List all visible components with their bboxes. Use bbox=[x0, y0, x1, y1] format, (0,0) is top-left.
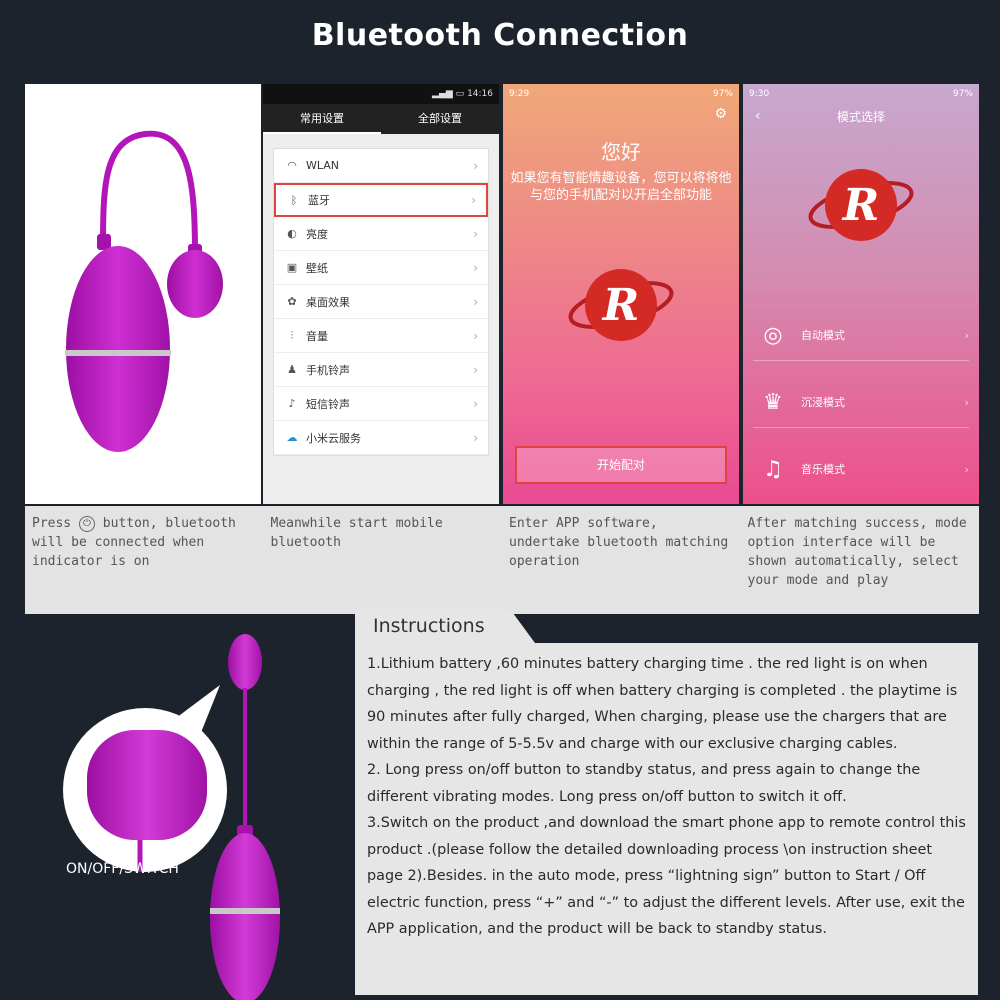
status-time: 9:29 bbox=[509, 89, 530, 99]
setting-wlan[interactable]: ◠ WLAN › bbox=[274, 149, 488, 183]
product-photo-panel bbox=[25, 84, 261, 504]
chevron-right-icon: › bbox=[473, 430, 478, 445]
egg-vibrator-image bbox=[65, 130, 223, 452]
setting-ringtone[interactable]: ♟ 手机铃声 › bbox=[274, 353, 488, 387]
caption-step-4: After matching success, mode option inte… bbox=[747, 516, 967, 588]
brightness-icon: ◐ bbox=[287, 227, 297, 240]
setting-desktop-effect[interactable]: ✿ 桌面效果 › bbox=[274, 285, 488, 319]
setting-volume[interactable]: ⫶ 音量 › bbox=[274, 319, 488, 353]
app-welcome-screen: 9:29 97% ⚙ 您好 如果您有智能情趣设备，您可以将将他与您的手机配对以开… bbox=[503, 84, 739, 504]
status-bar: 9:30 97% bbox=[743, 84, 979, 104]
auto-mode-icon: ◎ bbox=[763, 322, 783, 348]
svg-text:R: R bbox=[601, 280, 640, 331]
tab-all-settings[interactable]: 全部设置 bbox=[381, 104, 499, 134]
instruction-paragraph-3: 3.Switch on the product ,and download th… bbox=[367, 815, 966, 937]
status-time: 9:30 bbox=[749, 89, 770, 99]
chevron-right-icon: › bbox=[473, 260, 478, 275]
welcome-text: 如果您有智能情趣设备，您可以将将他与您的手机配对以开启全部功能 bbox=[510, 171, 732, 203]
app-mode-screen: 9:30 97% ‹ 模式选择 R ◎ 自动模式 › ♛ 沉浸模式 › ♫ 音乐模式 › bbox=[743, 84, 979, 504]
mode-immersive[interactable]: ♛ 沉浸模式 › bbox=[753, 377, 969, 428]
mode-music[interactable]: ♫ 音乐模式 › bbox=[753, 444, 969, 494]
wallpaper-icon: ▣ bbox=[286, 261, 298, 274]
wifi-icon: ◠ bbox=[287, 159, 297, 172]
product-button-diagram bbox=[63, 634, 280, 1000]
settings-tabs: 常用设置 全部设置 bbox=[263, 104, 499, 134]
mode-screen-title: 模式选择 bbox=[836, 110, 885, 124]
caption-step-2: Meanwhile start mobile bluetooth bbox=[270, 516, 443, 550]
cloud-icon: ☁ bbox=[286, 431, 298, 444]
tab-common-settings[interactable]: 常用设置 bbox=[263, 104, 381, 134]
start-pairing-button[interactable]: 开始配对 bbox=[515, 446, 727, 484]
setting-sms-tone[interactable]: ♪ 短信铃声 › bbox=[274, 387, 488, 421]
signal-icon: ▂▄▆ ▭ bbox=[432, 89, 465, 99]
setting-brightness[interactable]: ◐ 亮度 › bbox=[274, 217, 488, 251]
status-time: 14:16 bbox=[467, 89, 493, 99]
step-captions: Press ⏻ button, bluetooth will be connec… bbox=[25, 506, 979, 614]
setting-wallpaper[interactable]: ▣ 壁纸 › bbox=[274, 251, 488, 285]
settings-list: ◠ WLAN › ᛒ 蓝牙 › ◐ 亮度 › ▣ 壁纸 › ✿ 桌面效果 › ⫶ 音量 › ♟ 手机铃声 ›… bbox=[273, 148, 489, 456]
page-title: Bluetooth Connection bbox=[311, 18, 689, 53]
sms-tone-icon: ♪ bbox=[288, 397, 296, 410]
music-mode-icon: ♫ bbox=[763, 456, 783, 482]
app-logo: R bbox=[568, 269, 674, 341]
svg-text:R: R bbox=[841, 180, 880, 231]
on-off-switch-label: ON/OFF/SWITCH bbox=[66, 861, 179, 877]
instruction-paragraph-1: 1.Lithium battery ,60 minutes battery ch… bbox=[367, 656, 958, 752]
chevron-right-icon: › bbox=[473, 294, 478, 309]
chevron-right-icon: › bbox=[471, 193, 476, 207]
mode-auto[interactable]: ◎ 自动模式 › bbox=[753, 310, 969, 361]
chevron-right-icon: › bbox=[964, 328, 969, 342]
phone-settings-screen: ▂▄▆ ▭ 14:16 常用设置 全部设置 ◠ WLAN › ᛒ 蓝牙 › ◐ 亮度 › ▣… bbox=[263, 84, 499, 504]
instructions-box: 1.Lithium battery ,60 minutes battery ch… bbox=[355, 643, 978, 995]
setting-bluetooth[interactable]: ᛒ 蓝牙 › bbox=[274, 183, 488, 217]
battery-level: 97% bbox=[712, 89, 733, 99]
chevron-right-icon: › bbox=[473, 362, 478, 377]
chevron-right-icon: › bbox=[473, 226, 478, 241]
power-icon: ⏻ bbox=[78, 515, 95, 532]
volume-icon: ⫶ bbox=[290, 328, 294, 342]
ringtone-icon: ♟ bbox=[287, 363, 297, 376]
instructions-heading: Instructions bbox=[355, 609, 535, 643]
chevron-right-icon: › bbox=[964, 395, 969, 409]
chevron-right-icon: › bbox=[473, 328, 478, 343]
caption-step-3: Enter APP software, undertake bluetooth … bbox=[509, 516, 729, 569]
bluetooth-icon: ᛒ bbox=[290, 193, 298, 207]
status-bar: ▂▄▆ ▭ 14:16 bbox=[263, 84, 499, 104]
setting-mi-cloud[interactable]: ☁ 小米云服务 › bbox=[274, 421, 488, 455]
welcome-heading: 您好 bbox=[601, 140, 641, 164]
instruction-paragraph-2: 2. Long press on/off button to standby s… bbox=[367, 762, 921, 805]
chevron-right-icon: › bbox=[473, 158, 478, 173]
gear-icon[interactable]: ⚙ bbox=[714, 106, 727, 122]
battery-level: 97% bbox=[952, 89, 973, 99]
caption-step-1: Press ⏻ button, bluetooth will be connec… bbox=[32, 515, 236, 569]
on-off-button-zoom bbox=[87, 730, 207, 840]
desktop-effect-icon: ✿ bbox=[287, 295, 297, 308]
chevron-right-icon: › bbox=[473, 396, 478, 411]
app-logo: R bbox=[808, 169, 914, 241]
immersive-mode-icon: ♛ bbox=[763, 389, 783, 415]
chevron-right-icon: › bbox=[964, 462, 969, 476]
status-bar: 9:29 97% bbox=[503, 84, 739, 104]
